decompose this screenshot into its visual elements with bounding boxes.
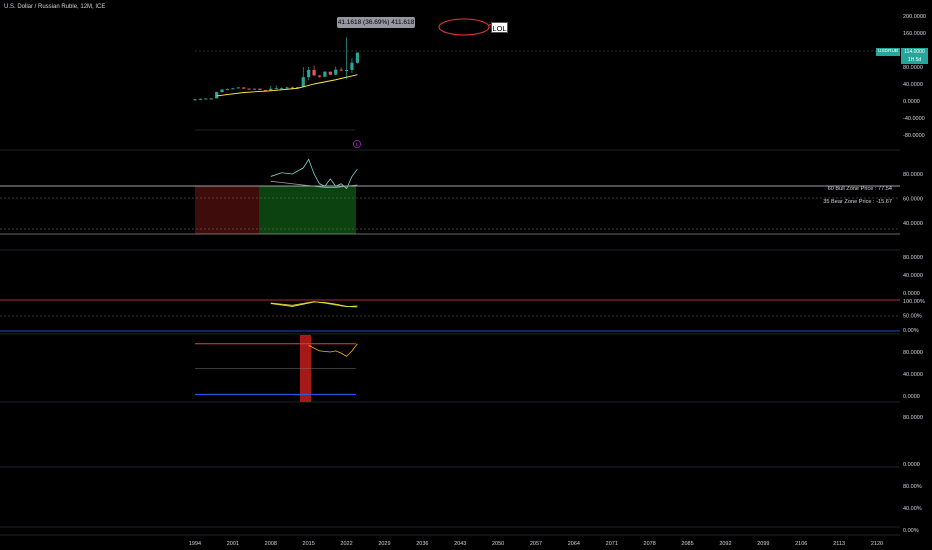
- candle-body-2001: [231, 88, 235, 90]
- candle-body-1999: [220, 89, 224, 93]
- candle-body-2011: [285, 87, 289, 89]
- y-tick-price-6: -40.0000: [903, 116, 925, 122]
- x-tick-2050: 2050: [492, 541, 504, 547]
- zone-series-0: [270, 158, 358, 190]
- x-tick-2071: 2071: [606, 541, 618, 547]
- candle-body-2004: [247, 88, 251, 90]
- x-tick-2008: 2008: [265, 541, 277, 547]
- y-tick-osc-2: 0.0000: [903, 291, 920, 297]
- y-tick-empty5-1: 0.0000: [903, 462, 920, 468]
- bull-zone-area: [259, 186, 356, 234]
- x-tick-2099: 2099: [757, 541, 769, 547]
- y-tick-osc-1: 40.0000: [903, 273, 923, 279]
- x-tick-2106: 2106: [795, 541, 807, 547]
- x-tick-2057: 2057: [530, 541, 542, 547]
- y-tick-empty6-0: 80.00%: [903, 484, 922, 490]
- candle-body-1998: [215, 92, 219, 99]
- candle-body-2015: [307, 69, 311, 78]
- candle-body-2010: [280, 88, 284, 90]
- candle-body-2019: [328, 71, 332, 75]
- bear-zone-area: [195, 186, 259, 234]
- candle-body-1994: [193, 99, 197, 101]
- x-tick-2001: 2001: [227, 541, 239, 547]
- y-tick-price-3: 80.0000: [903, 65, 923, 71]
- candle-body-2000: [225, 89, 230, 91]
- bull-zone-label: 60 Bull Zone Price : 77.54: [827, 186, 892, 192]
- y-tick-price-5: 0.0000: [903, 99, 920, 105]
- x-tick-2113: 2113: [833, 541, 845, 547]
- y-tick-zones-2: 40.0000: [903, 221, 923, 227]
- y-tick-rsi-2: 0.0000: [903, 394, 920, 400]
- y-tick-empty6-2: 0.00%: [903, 528, 919, 534]
- y-tick-osc-0: 80.0000: [903, 255, 923, 261]
- candle-body-2023: [350, 62, 354, 70]
- candle-body-2002: [236, 87, 240, 89]
- y-tick-empty5-0: 80.0000: [903, 415, 923, 421]
- candle-body-2018: [323, 71, 327, 77]
- x-tick-2036: 2036: [416, 541, 428, 547]
- symbol-label: USDRUB: [876, 48, 900, 56]
- x-tick-2085: 2085: [681, 541, 693, 547]
- y-tick-osc-pct-2: 0.00%: [903, 328, 919, 334]
- y-tick-empty6-1: 40.00%: [903, 506, 922, 512]
- x-tick-2092: 2092: [719, 541, 731, 547]
- candle-body-2024: [355, 52, 359, 63]
- y-tick-price-7: -80.0000: [903, 133, 925, 139]
- lol-annotation: LOL: [491, 22, 508, 33]
- candle-body-2005: [252, 88, 257, 90]
- candle-body-1996: [204, 98, 208, 100]
- last-price-value: 114.0000: [904, 49, 925, 55]
- chart-title: U.S. Dollar / Russian Ruble, 12M, ICE: [4, 4, 106, 10]
- candle-body-2009: [274, 88, 278, 90]
- candle-body-2020: [334, 69, 338, 75]
- candle-body-1997: [209, 98, 213, 100]
- x-tick-2029: 2029: [378, 541, 390, 547]
- candle-body-2008: [269, 88, 273, 91]
- x-tick-2043: 2043: [454, 541, 466, 547]
- y-tick-zones-1: 60.0000: [903, 196, 923, 202]
- y-tick-price-0: 200.0000: [903, 14, 926, 20]
- candle-body-2016: [312, 69, 316, 76]
- price-tooltip: 41.1618 (36.69%) 411.618: [337, 17, 415, 28]
- bar-countdown: 1H 5d: [907, 57, 922, 63]
- y-tick-price-1: 160.0000: [903, 31, 926, 37]
- rsi-series-0: [308, 343, 358, 357]
- candle-body-2017: [317, 75, 322, 77]
- candle-body-2022: [344, 69, 349, 71]
- chart-canvas[interactable]: 200.0000160.0000120.000080.000040.00000.…: [0, 0, 932, 550]
- x-tick-1994: 1994: [189, 541, 201, 547]
- candle-body-1995: [198, 98, 203, 100]
- x-tick-2022: 2022: [340, 541, 352, 547]
- y-tick-rsi-0: 80.0000: [903, 350, 923, 356]
- y-tick-price-4: 40.0000: [903, 82, 923, 88]
- y-tick-zones-0: 80.0000: [903, 172, 923, 178]
- x-tick-2015: 2015: [303, 541, 315, 547]
- y-tick-osc-pct-1: 50.00%: [903, 314, 922, 320]
- red-oval-annotation: [438, 18, 490, 36]
- bear-zone-label: 35 Bear Zone Price : -15.67: [823, 199, 892, 205]
- x-tick-2078: 2078: [644, 541, 656, 547]
- candle-body-2021: [339, 69, 343, 71]
- last-price-label: 114.0000 1H 5d: [901, 48, 928, 64]
- candle-body-2003: [242, 87, 246, 89]
- event-marker-glyph: E: [356, 142, 359, 147]
- candle-body-2014: [301, 77, 305, 87]
- moving-average-line: [216, 74, 358, 97]
- x-tick-2064: 2064: [568, 541, 580, 547]
- x-tick-2120: 2120: [871, 541, 883, 547]
- y-tick-osc-pct-0: 100.00%: [903, 299, 925, 305]
- candle-body-2006: [258, 88, 262, 90]
- y-tick-rsi-1: 40.0000: [903, 372, 923, 378]
